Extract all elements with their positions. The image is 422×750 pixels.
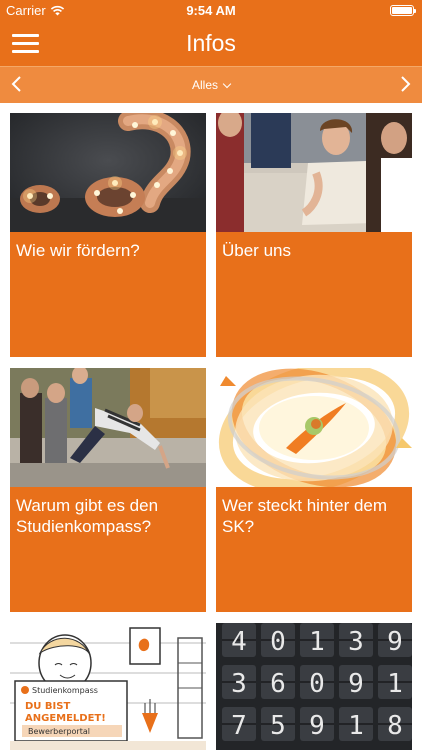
info-card[interactable]: Wer steckt hinter dem SK?: [216, 368, 412, 612]
battery-icon: [390, 5, 416, 16]
navigation-bar: Infos: [0, 22, 422, 66]
clock-digit: 0: [270, 627, 286, 657]
filter-selected-label: Alles: [191, 78, 218, 92]
page-title: Infos: [186, 30, 236, 56]
chevron-down-icon: [222, 79, 232, 89]
chevron-right-icon[interactable]: [398, 75, 412, 93]
clock-digit: 7: [231, 711, 247, 741]
card-image-students: [216, 113, 412, 232]
status-time: 9:54 AM: [186, 3, 236, 18]
info-card[interactable]: Wie wir fördern?: [10, 113, 206, 357]
illustration-text-line1: DU BIST: [25, 701, 70, 712]
info-grid: Wie wir fördern? Über uns Warum gibt es …: [0, 103, 422, 750]
card-image-question-mark: [10, 113, 206, 232]
card-image-bewerberportal: Studienkompass DU BIST ANGEMELDET! Bewer…: [10, 623, 206, 750]
info-card[interactable]: Warum gibt es den Studienkompass?: [10, 368, 206, 612]
filter-bar: Alles: [0, 66, 422, 103]
card-image-team-building: [10, 368, 206, 487]
clock-digit: 1: [348, 711, 364, 741]
card-image-orbit-logo: [216, 368, 412, 487]
info-card[interactable]: Studienkompass DU BIST ANGEMELDET! Bewer…: [10, 623, 206, 750]
card-title: Warum gibt es den Studienkompass?: [16, 496, 159, 536]
illustration-text-brand: Studienkompass: [32, 686, 98, 695]
clock-digit: 3: [231, 669, 247, 699]
category-filter-select[interactable]: Alles: [0, 78, 422, 92]
illustration-text-portal: Bewerberportal: [28, 727, 90, 736]
clock-digit: 9: [387, 627, 403, 657]
card-title: Über uns: [222, 241, 291, 260]
info-card[interactable]: Über uns: [216, 113, 412, 357]
clock-digit: 6: [270, 669, 286, 699]
clock-digit: 1: [387, 669, 403, 699]
card-title: Wie wir fördern?: [16, 241, 140, 260]
clock-digit: 9: [309, 711, 325, 741]
card-image-flip-clock: 401393609175918: [216, 623, 412, 750]
clock-digit: 0: [309, 669, 325, 699]
status-bar: Carrier 9:54 AM: [0, 0, 422, 22]
illustration-text-line2: ANGEMELDET!: [25, 713, 106, 724]
card-title: Wer steckt hinter dem SK?: [222, 496, 388, 536]
clock-digit: 3: [348, 627, 364, 657]
clock-digit: 9: [348, 669, 364, 699]
clock-digit: 5: [270, 711, 286, 741]
clock-digit: 4: [231, 627, 247, 657]
clock-digit: 1: [309, 627, 325, 657]
info-card[interactable]: 401393609175918: [216, 623, 412, 750]
clock-digit: 8: [387, 711, 403, 741]
